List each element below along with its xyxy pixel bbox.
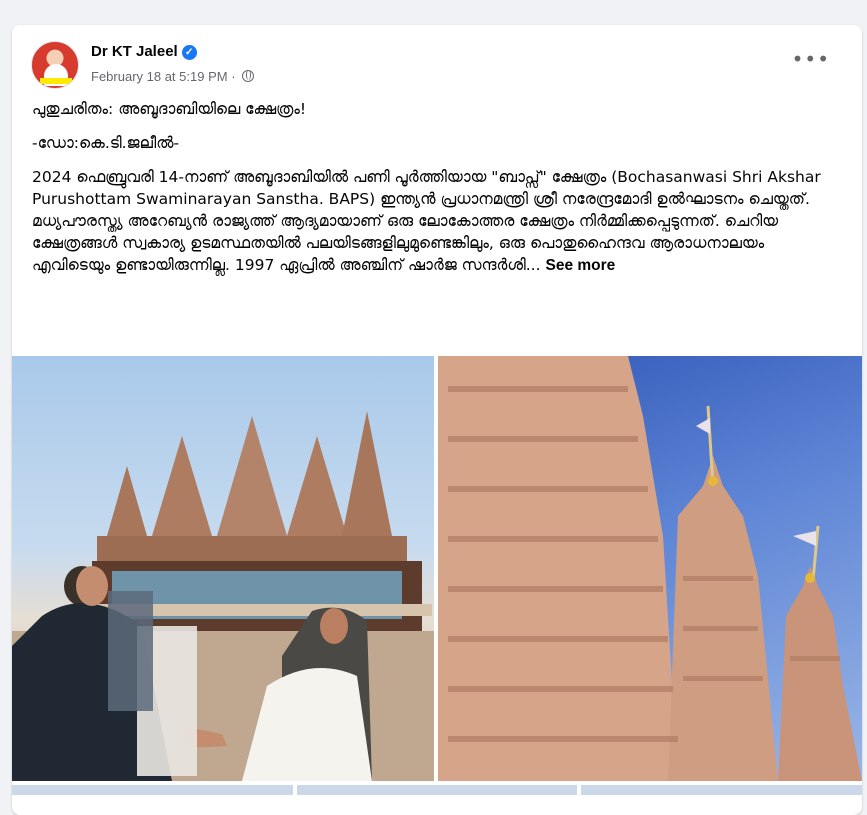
avatar-logo: [40, 78, 72, 84]
verified-badge-icon: ✓: [181, 45, 197, 60]
avatar[interactable]: [31, 41, 79, 89]
globe-icon[interactable]: [242, 70, 255, 82]
photo-temple-exterior[interactable]: [12, 356, 434, 781]
photo-thumb[interactable]: [12, 785, 293, 795]
photo-temple-carvings[interactable]: [438, 356, 862, 781]
post-meta: February 18 at 5:19 PM ·: [91, 69, 255, 84]
post-timestamp[interactable]: February 18 at 5:19 PM: [91, 69, 228, 84]
author-name[interactable]: Dr KT Jaleel: [91, 43, 178, 60]
post-body: 2024 ഫെബ്രുവരി 14-നാണ് അബൂദാബിയിൽ പണി പൂ…: [32, 166, 847, 277]
photo-thumb[interactable]: [581, 785, 862, 795]
photo-thumb[interactable]: [296, 785, 578, 795]
more-options-icon[interactable]: •••: [792, 49, 830, 69]
post-header: Dr KT Jaleel ✓ February 18 at 5:19 PM · •…: [31, 39, 850, 91]
temple-carvings-illustration: [438, 356, 862, 781]
post-byline: -ഡോ:കെ.ടി.ജലീൽ-: [32, 134, 180, 152]
see-more-link[interactable]: See more: [545, 257, 615, 274]
post-text: പുതുചരിതം: അബൂദാബിയിലെ ക്ഷേത്രം! -ഡോ:കെ.…: [32, 98, 847, 289]
post-title: പുതുചരിതം: അബൂദാബിയിലെ ക്ഷേത്രം!: [32, 100, 307, 118]
author-name-row: Dr KT Jaleel ✓: [91, 43, 197, 60]
meta-separator: ·: [231, 69, 236, 84]
more-photos-strip: [12, 785, 862, 795]
photo-grid: [12, 356, 862, 781]
post-card: Dr KT Jaleel ✓ February 18 at 5:19 PM · •…: [12, 25, 862, 815]
temple-exterior-illustration: [12, 411, 434, 781]
post-body-text: 2024 ഫെബ്രുവരി 14-നാണ് അബൂദാബിയിൽ പണി പൂ…: [32, 168, 821, 274]
